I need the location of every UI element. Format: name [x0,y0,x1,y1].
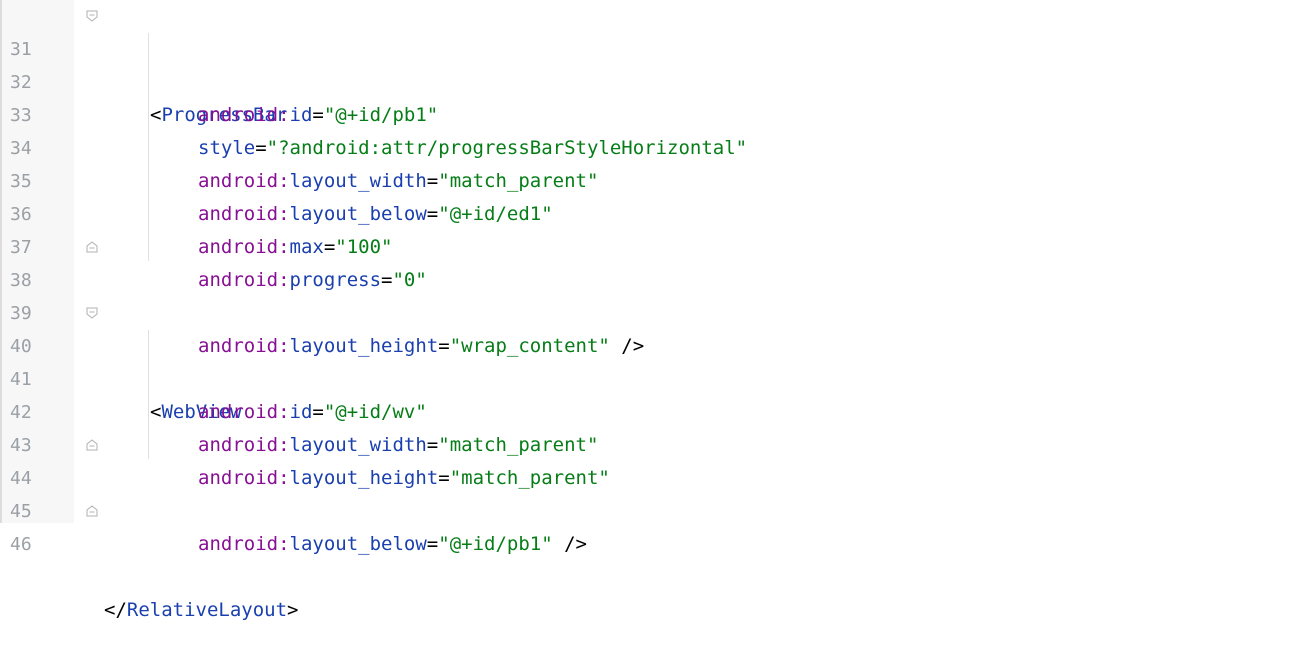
equals-sign: = [426,533,439,555]
tag-bracket: </ [104,599,127,621]
code-line[interactable]: 36 android:max="100" [0,165,1300,258]
code-line[interactable]: 40 <WebView [0,297,1300,423]
fold-close-icon[interactable] [86,439,98,451]
code-line[interactable]: 46 </RelativeLayout> [0,495,1300,621]
tag-close: /> [552,533,587,555]
code-line[interactable]: 41 android:id="@+id/wv" [0,330,1300,423]
attribute-name: layout_below [289,533,427,555]
code-line[interactable]: 34 android:layout_width="match_parent" [0,99,1300,192]
attribute-value: "@+id/pb1" [438,533,553,555]
code-line[interactable]: 42 android:layout_width="match_parent" [0,363,1300,456]
code-line[interactable]: 44 android:layout_below="@+id/pb1" /> [0,429,1300,555]
code-line[interactable]: 32 android:id="@+id/pb1" [0,33,1300,126]
code-line[interactable]: 37 android:progress="0" [0,198,1300,291]
fold-open-icon[interactable] [86,10,98,22]
line-number: 46 [10,534,32,555]
code-text: </RelativeLayout> [104,594,299,627]
attribute-namespace: android: [198,533,290,555]
tag-name: RelativeLayout [126,599,288,621]
code-editor[interactable]: 31 <ProgressBar 32 android:id="@+id/pb1"… [0,0,1300,621]
code-line[interactable]: 45 [0,462,1300,522]
tag-close: > [287,599,299,621]
code-line[interactable]: 43 android:layout_height="match_parent" [0,396,1300,489]
code-line[interactable]: 35 android:layout_below="@+id/ed1" [0,132,1300,225]
code-line[interactable]: 38 android:layout_height="wrap_content" … [0,231,1300,357]
code-text: android:layout_below="@+id/pb1" /> [198,528,587,561]
code-line[interactable]: 33 style="?android:attr/progressBarStyle… [0,66,1300,159]
fold-close-icon[interactable] [86,505,98,517]
fold-close-icon[interactable] [86,241,98,253]
code-line[interactable]: 31 <ProgressBar [0,0,1300,126]
fold-open-icon[interactable] [86,307,98,319]
code-line[interactable]: 39 [0,264,1300,324]
